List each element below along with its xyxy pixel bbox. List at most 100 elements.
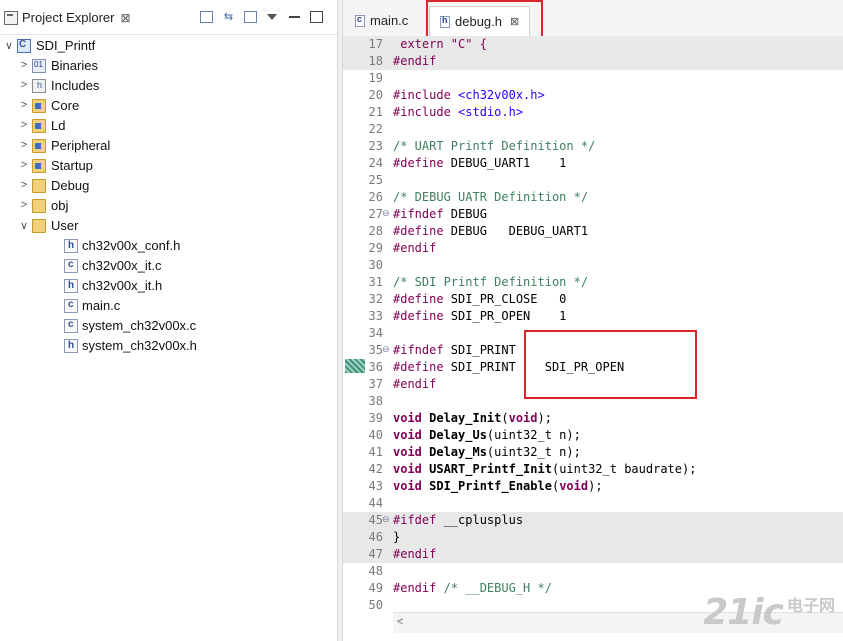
code-text: /* SDI Printf Definition */ [393,275,588,289]
code-line[interactable]: 27 ⊖ #ifndef DEBUG [343,206,843,223]
chevron-right-icon[interactable]: > [19,59,29,71]
line-number: 22 [368,122,383,136]
tree-item[interactable]: ∨ User [0,216,337,236]
tree-item[interactable]: > Startup [0,156,337,176]
code-line[interactable]: 34 [343,325,843,342]
chevron-right-icon[interactable]: > [19,139,29,151]
tree-item[interactable]: ch32v00x_it.c [0,256,337,276]
tree-item[interactable]: > obj [0,196,337,216]
code-token: #ifndef [393,343,451,357]
code-line[interactable]: 41 void Delay_Ms(uint32_t n); [343,444,843,461]
code-line[interactable]: 37 #endif [343,376,843,393]
minimize-icon[interactable] [288,11,301,23]
code-line[interactable]: 39 void Delay_Init(void); [343,410,843,427]
project-explorer-tab[interactable]: Project Explorer ⊠ [4,10,131,25]
line-number: 28 [368,224,383,238]
tree-item[interactable]: > Peripheral [0,136,337,156]
code-line[interactable]: 26 /* DEBUG UATR Definition */ [343,189,843,206]
tree-item-label: SDI_Printf [36,38,96,53]
code-line[interactable]: 40 void Delay_Us(uint32_t n); [343,427,843,444]
tree-item[interactable]: > Binaries [0,56,337,76]
tree-item[interactable]: main.c [0,296,337,316]
chevron-right-icon[interactable]: > [19,119,29,131]
line-number: 36 [368,360,383,374]
code-token: #endif [393,54,437,68]
code-line[interactable]: 22 [343,121,843,138]
code-line[interactable]: 38 [343,393,843,410]
code-text: void Delay_Ms(uint32_t n); [393,445,581,459]
header-file-icon [64,339,78,353]
chevron-right-icon[interactable]: > [19,159,29,171]
code-line[interactable]: 42 void USART_Printf_Init(uint32_t baudra… [343,461,843,478]
maximize-icon[interactable] [310,11,323,23]
code-line[interactable]: 31 /* SDI Printf Definition */ [343,274,843,291]
tree-item-label: Debug [51,178,90,193]
code-line[interactable]: 32 #define SDI_PR_CLOSE 0 [343,291,843,308]
tab-label: debug.h [455,14,502,29]
line-number: 47 [368,547,383,561]
chevron-down-icon[interactable]: ∨ [4,39,14,52]
fold-toggle-icon[interactable]: ⊖ [382,514,390,525]
chevron-right-icon[interactable]: > [19,179,29,191]
code-token: #ifndef [393,207,451,221]
tree-item[interactable]: ch32v00x_conf.h [0,236,337,256]
line-number: 44 [368,496,383,510]
link-with-editor-icon[interactable]: ⇆ [222,11,235,23]
fold-toggle-icon[interactable]: ⊖ [382,344,390,355]
chevron-right-icon[interactable]: > [19,79,29,91]
code-line[interactable]: 29 #endif [343,240,843,257]
code-line[interactable]: 47 #endif [343,546,843,563]
chevron-right-icon[interactable]: > [19,99,29,111]
close-icon[interactable]: ⊠ [120,11,130,25]
code-line[interactable]: 46} [343,529,843,546]
code-line[interactable]: 20 #include <ch32v00x.h> [343,87,843,104]
code-line[interactable]: 48 [343,563,843,580]
code-text: #define DEBUG_UART1 1 [393,156,566,170]
code-line[interactable]: 36 #define SDI_PRINT SDI_PR_OPEN [343,359,843,376]
code-line[interactable]: 30 [343,257,843,274]
tree-item[interactable]: > Ld [0,116,337,136]
collapse-all-icon[interactable] [200,11,213,23]
view-menu-icon[interactable] [266,11,279,23]
filter-icon[interactable] [244,11,257,23]
source-folder-icon [32,159,46,173]
tab-debug-h[interactable]: debug.h ⊠ [429,6,531,36]
tree-item[interactable]: system_ch32v00x.c [0,316,337,336]
includes-icon [32,79,46,93]
tree-item[interactable]: > Includes [0,76,337,96]
tree-item[interactable]: > Debug [0,176,337,196]
fold-toggle-icon[interactable]: ⊖ [382,208,390,219]
editor-area: main.c debug.h ⊠ 17 extern "C" {18#endif… [343,0,843,641]
tree-item-label: Includes [51,78,100,93]
tree-item[interactable]: system_ch32v00x.h [0,336,337,356]
view-toolbar: ⇆ [200,11,323,23]
tree-item[interactable]: > Core [0,96,337,116]
line-number: 33 [368,309,383,323]
tab-main-c[interactable]: main.c [347,6,416,35]
scroll-left-icon[interactable]: < [397,616,403,628]
code-line[interactable]: 19 [343,70,843,87]
code-line[interactable]: 44 [343,495,843,512]
chevron-down-icon[interactable]: ∨ [19,219,29,232]
code-token: SDI_PRINT SDI_PR_OPEN [450,360,625,374]
code-line[interactable]: 18 #endif [343,53,843,70]
close-icon[interactable]: ⊠ [510,15,519,28]
code-line[interactable]: 45 ⊖ #ifdef __cplusplus [343,512,843,529]
code-line[interactable]: 43 void SDI_Printf_Enable(void); [343,478,843,495]
code-editor[interactable]: 17 extern "C" {18 #endif 19 20 #include <ch3… [343,36,843,612]
line-number: 34 [368,326,383,340]
code-line[interactable]: 17 extern "C" { [343,36,843,53]
code-line[interactable]: 35 ⊖ #ifndef SDI_PRINT [343,342,843,359]
code-line[interactable]: 25 [343,172,843,189]
code-line[interactable]: 33 #define SDI_PR_OPEN 1 [343,308,843,325]
code-text: #endif [393,241,436,255]
code-line[interactable]: 28 #define DEBUG DEBUG_UART1 [343,223,843,240]
tree-item[interactable]: ch32v00x_it.h [0,276,337,296]
code-line[interactable]: 21 #include <stdio.h> [343,104,843,121]
code-line[interactable]: 23 /* UART Printf Definition */ [343,138,843,155]
code-line[interactable]: 24 #define DEBUG_UART1 1 [343,155,843,172]
tree-item[interactable]: ∨ SDI_Printf [0,36,337,56]
chevron-right-icon[interactable]: > [19,199,29,211]
code-token: SDI_PRINT [450,343,516,357]
source-folder-icon [32,139,46,153]
